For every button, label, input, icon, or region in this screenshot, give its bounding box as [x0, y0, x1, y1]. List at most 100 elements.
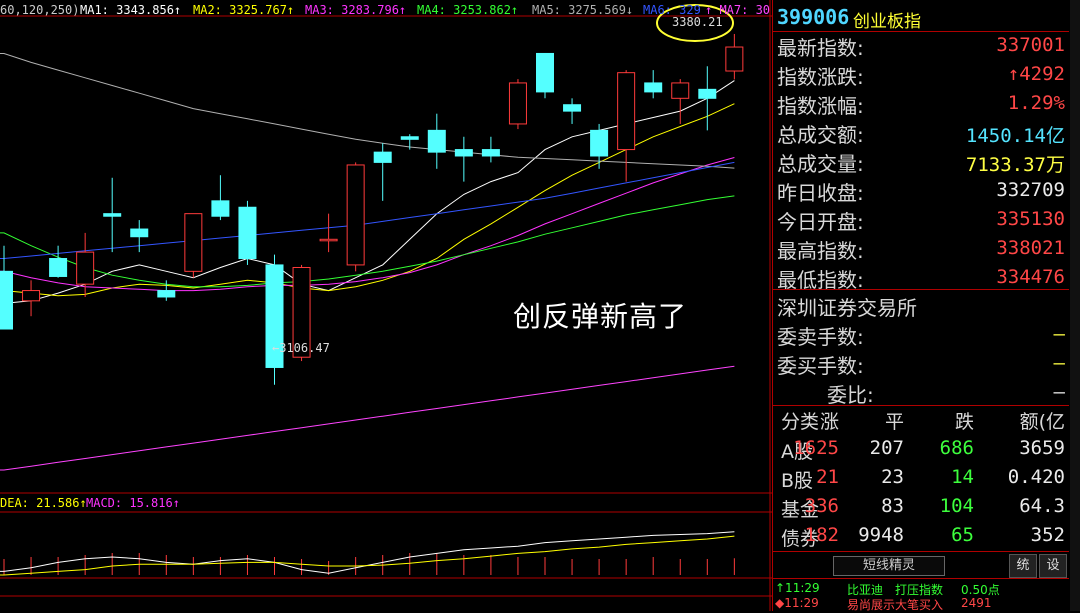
news-name: 易尚展示	[847, 598, 896, 612]
candle-body	[130, 228, 149, 238]
table-header-cell: 涨	[819, 411, 839, 433]
quote-row: 总成交量: 7133.37万	[773, 147, 1069, 176]
quote-value: 337001	[996, 34, 1065, 56]
quote-label: 指数涨跌:	[777, 65, 864, 89]
table-row: A股 1625 207 686 3659	[773, 435, 1069, 464]
ma-legend-item: MA5: 3275.569↓	[532, 3, 634, 17]
table-row: B股 21 23 14 0.420	[773, 464, 1069, 493]
exchange-row: 深圳证券交易所	[773, 291, 1069, 320]
low-price-label: ←3106.47	[272, 341, 330, 355]
table-cell: 352	[1030, 524, 1065, 546]
quote-row: 指数涨幅: 1.29%	[773, 89, 1069, 118]
candle-body	[590, 129, 609, 157]
order-row: 委比: —	[773, 378, 1069, 407]
candle-body	[238, 206, 257, 260]
ma-legend-item: MA1: 3343.856↑	[80, 3, 182, 17]
candle-body	[0, 270, 13, 330]
index-code: 399006	[777, 5, 850, 29]
ma-line-ma4	[0, 195, 735, 288]
short-term-wizard-button[interactable]: 短线精灵	[833, 556, 945, 576]
table-cell: 64.3	[1019, 495, 1065, 517]
table-header-cell: 跌	[954, 411, 974, 433]
table-row: 基金 336 83 104 64.3	[773, 493, 1069, 522]
ma-legend-item: 60,120,250)	[0, 3, 80, 17]
candle-body	[508, 82, 527, 125]
news-item[interactable]: ↑11:29 比亚迪 打压指数 0.50点	[773, 580, 1069, 597]
quote-label: 今日开盘:	[777, 210, 864, 234]
candle-body	[184, 213, 203, 272]
annotation-text: 创反弹新高了	[513, 300, 688, 333]
candle-body	[103, 213, 122, 217]
news-time: ↑11:29	[775, 581, 820, 595]
candle-body	[454, 149, 473, 157]
quote-value: 332709	[996, 179, 1065, 201]
macd-dif-line	[0, 531, 735, 574]
macd-legend-item: MACD: 15.816↑	[86, 496, 180, 510]
exchange-name: 深圳证券交易所	[777, 296, 917, 320]
table-header-cell: 平	[884, 411, 904, 433]
scrollbar[interactable]	[1070, 0, 1080, 611]
table-cell: 1625	[793, 437, 839, 459]
quote-label: 总成交额:	[777, 123, 864, 147]
candle-body	[617, 72, 636, 151]
candle-body	[481, 149, 500, 157]
quote-row: 昨日收盘: 332709	[773, 176, 1069, 205]
table-header: 分类涨 平 跌 额(亿	[773, 405, 1069, 434]
news-item[interactable]: ◆11:29 易尚展示 大笔买入 2491	[773, 595, 1069, 612]
stats-button[interactable]: 统	[1009, 554, 1037, 578]
quote-value: 334476	[996, 266, 1065, 288]
candle-body	[211, 200, 230, 217]
order-value: —	[1053, 352, 1065, 374]
candle-body	[346, 164, 365, 266]
settings-button[interactable]: 设	[1039, 554, 1067, 578]
table-cell: 14	[951, 466, 974, 488]
table-cell: 9948	[858, 524, 904, 546]
macd-panel	[0, 531, 735, 576]
table-cell: 0.420	[1007, 466, 1065, 488]
candle-body	[698, 88, 717, 99]
ma-legend-item: MA2: 3325.767↑	[193, 3, 295, 17]
ma-legend-item: MA3: 3283.796↑	[305, 3, 407, 17]
table-cell: 65	[951, 524, 974, 546]
quote-label: 总成交量:	[777, 152, 864, 176]
quote-value: 335130	[996, 208, 1065, 230]
candle-body	[563, 104, 582, 112]
table-header-cell: 额(亿	[1019, 411, 1065, 433]
ma-legend-item: MA4: 3253.862↑	[417, 3, 519, 17]
quote-row: 总成交额: 1450.14亿	[773, 118, 1069, 147]
quote-value: ↑4292	[1007, 63, 1065, 85]
news-time: ◆11:29	[775, 596, 819, 610]
quote-row: 最低指数: 334476	[773, 263, 1069, 292]
order-value: —	[1053, 381, 1065, 403]
bottom-toolbar: 短线精灵 统 设	[773, 551, 1069, 579]
candle-body	[644, 82, 663, 93]
quote-value: 338021	[996, 237, 1065, 259]
quote-row: 最高指数: 338021	[773, 234, 1069, 263]
candle-body	[22, 290, 41, 302]
news-value: 2491	[961, 596, 992, 610]
quote-value: 1.29%	[1007, 92, 1065, 114]
quote-header: 399006 创业板指	[773, 3, 1069, 32]
table-cell: 3659	[1019, 437, 1065, 459]
candle-body	[536, 52, 554, 93]
quote-row: 指数涨跌: ↑4292	[773, 60, 1069, 89]
order-label: 委买手数:	[777, 354, 864, 378]
candle-body	[373, 151, 392, 163]
quote-label: 最新指数:	[777, 36, 864, 60]
table-cell: 207	[869, 437, 904, 459]
macd-dea-line	[0, 535, 735, 576]
quote-label: 最高指数:	[777, 239, 864, 263]
macd-legend-item: DEA: 21.586↑	[0, 496, 87, 510]
table-row: 债券 182 9948 65 352	[773, 522, 1069, 551]
order-row: 委买手数: —	[773, 349, 1069, 378]
order-value: —	[1053, 323, 1065, 345]
candle-body	[319, 238, 338, 242]
order-row: 委卖手数: —	[773, 320, 1069, 349]
quote-panel: 399006 创业板指 最新指数: 337001 指数涨跌: ↑4292 指数涨幅: 1.…	[772, 0, 1071, 612]
candle-body	[427, 129, 446, 153]
news-event: 大笔买入	[895, 598, 944, 612]
table-cell: 686	[939, 437, 974, 459]
ma-line-ma7	[0, 365, 735, 471]
order-label: 委卖手数:	[777, 325, 864, 349]
table-header-cell: 分类	[781, 411, 820, 433]
